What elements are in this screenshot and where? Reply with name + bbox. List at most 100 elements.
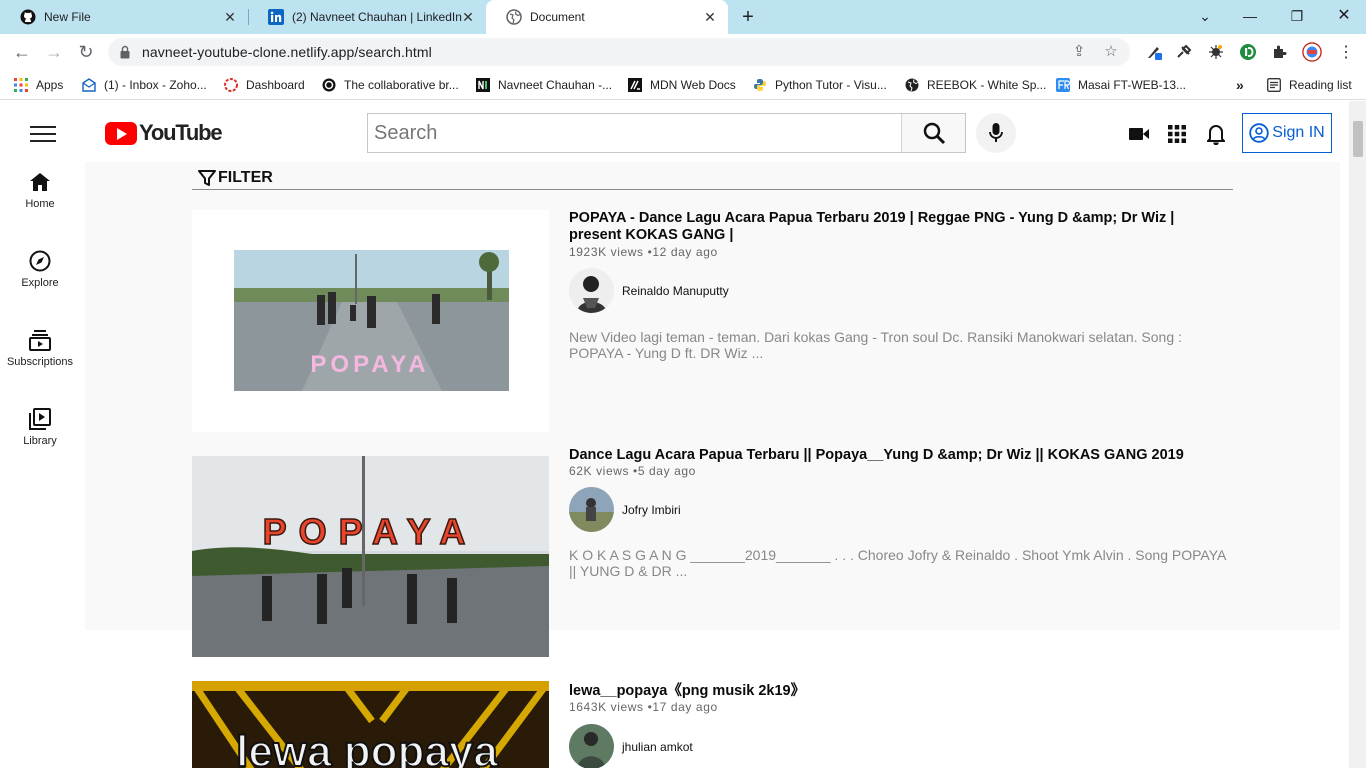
more-menu-icon[interactable]: ⋮: [1336, 42, 1356, 62]
channel-name: jhulian amkot: [622, 739, 693, 754]
youtube-logo[interactable]: YouTube: [105, 120, 223, 146]
tab-title: (2) Navneet Chauhan | LinkedIn: [292, 10, 462, 24]
video-thumbnail[interactable]: lewa popaya: [192, 681, 549, 768]
video-meta: 1923K views •12 day ago: [569, 245, 718, 259]
video-result-item[interactable]: POPAYA POPAYA - Dance Lagu Acara Papua T…: [192, 210, 1237, 432]
pen-extension-icon[interactable]: [1144, 42, 1164, 62]
bookmark-navneet[interactable]: Navneet Chauhan -...: [476, 76, 612, 94]
sidebar-item-home[interactable]: Home: [0, 170, 80, 210]
masai-icon: [1056, 78, 1070, 92]
bookmark-label: Python Tutor - Visu...: [775, 78, 887, 92]
video-thumbnail[interactable]: POPAYA: [192, 456, 549, 657]
close-window-icon[interactable]: ✕: [1334, 6, 1354, 26]
compass-icon: [28, 249, 52, 273]
puzzle-extensions-icon[interactable]: [1270, 42, 1290, 62]
profile-avatar-icon[interactable]: [1302, 42, 1322, 62]
sign-in-label: Sign IN: [1272, 124, 1325, 141]
tool-extension-icon[interactable]: [1174, 42, 1194, 62]
tab-new-file[interactable]: New File ✕: [0, 0, 248, 34]
bookmark-label: Navneet Chauhan -...: [498, 78, 613, 92]
dashboard-icon: [224, 78, 238, 92]
search-button[interactable]: [901, 114, 965, 152]
more-bookmarks-chevron[interactable]: »: [1236, 76, 1244, 94]
avatar: [569, 268, 614, 313]
video-thumbnail[interactable]: POPAYA: [192, 210, 549, 432]
sidebar-item-label: Library: [23, 435, 57, 447]
search-input[interactable]: [368, 114, 901, 152]
tab-linkedin[interactable]: (2) Navneet Chauhan | LinkedIn ✕: [248, 0, 486, 34]
python-icon: [753, 78, 767, 92]
tab-title: Document: [530, 10, 585, 24]
scrollbar-thumb[interactable]: [1353, 121, 1363, 157]
avatar: [569, 724, 614, 768]
channel-link[interactable]: Jofry Imbiri: [569, 487, 681, 532]
search-icon: [923, 122, 945, 145]
reload-icon[interactable]: ↻: [74, 40, 98, 64]
share-icon[interactable]: ⇪: [1070, 43, 1088, 61]
close-tab-icon[interactable]: ✕: [702, 9, 718, 25]
search-bar: [367, 113, 966, 153]
close-tab-icon[interactable]: ✕: [222, 9, 238, 25]
channel-name: Jofry Imbiri: [622, 502, 681, 517]
bookmark-label: REEBOK - White Sp...: [927, 78, 1047, 92]
bookmark-label: MDN Web Docs: [650, 78, 736, 92]
page-scrollbar[interactable]: [1349, 101, 1366, 768]
restore-icon[interactable]: ❐: [1287, 6, 1307, 26]
filter-label: FILTER: [218, 169, 273, 186]
create-video-icon[interactable]: [1127, 122, 1151, 146]
bookmark-mdn[interactable]: MDN Web Docs: [628, 76, 736, 94]
sidebar-item-label: Home: [25, 198, 55, 210]
thumbnail-title-text: POPAYA: [310, 351, 429, 378]
bookmark-zoho[interactable]: (1) - Inbox - Zoho...: [82, 76, 207, 94]
tab-document[interactable]: Document ✕: [486, 0, 728, 34]
sidebar-item-library[interactable]: Library: [0, 407, 80, 447]
bookmark-apps[interactable]: Apps: [14, 76, 63, 94]
bookmark-label: (1) - Inbox - Zoho...: [104, 78, 207, 92]
tab-search-chevron-icon[interactable]: ⌄: [1195, 6, 1215, 26]
channel-link[interactable]: jhulian amkot: [569, 724, 693, 768]
bookmark-label: Masai FT-WEB-13...: [1078, 78, 1187, 92]
address-bar[interactable]: navneet-youtube-clone.netlify.app/search…: [108, 38, 1130, 66]
thumbnail-title-text: POPAYA: [263, 511, 478, 552]
bookmark-label: Dashboard: [246, 78, 305, 92]
sign-in-button[interactable]: Sign IN: [1242, 113, 1332, 153]
page-viewport: YouTube Sign IN Home Explor: [0, 101, 1366, 768]
hamburger-menu-icon[interactable]: [30, 126, 56, 142]
close-tab-icon[interactable]: ✕: [460, 9, 476, 25]
sidebar-item-explore[interactable]: Explore: [0, 249, 80, 289]
video-title[interactable]: lewa__popaya《png musik 2k19》: [569, 683, 1229, 700]
apps-grid-icon[interactable]: [1165, 122, 1189, 146]
bookmark-star-icon[interactable]: ☆: [1102, 43, 1120, 61]
youtube-logo-text: YouTube: [139, 120, 223, 145]
back-arrow-icon[interactable]: ←: [10, 40, 34, 64]
github-icon: [20, 9, 36, 25]
filter-button[interactable]: FILTER: [192, 167, 1233, 190]
bookmark-reebok[interactable]: REEBOK - White Sp...: [905, 76, 1046, 94]
voice-search-button[interactable]: [976, 113, 1016, 153]
forward-arrow-icon[interactable]: →: [42, 40, 66, 64]
zoho-mail-icon: [82, 78, 96, 92]
green-extension-icon[interactable]: [1238, 42, 1258, 62]
video-description: K O K A S G A N G _______2019_______ . .…: [569, 547, 1226, 579]
video-meta: 62K views •5 day ago: [569, 464, 696, 478]
bookmark-collaborative[interactable]: The collaborative br...: [322, 76, 459, 94]
video-title[interactable]: POPAYA - Dance Lagu Acara Papua Terbaru …: [569, 210, 1229, 244]
sidebar-item-subscriptions[interactable]: Subscriptions: [0, 328, 80, 368]
minimize-icon[interactable]: —: [1240, 6, 1260, 26]
new-tab-button[interactable]: +: [738, 6, 758, 28]
channel-link[interactable]: Reinaldo Manuputty: [569, 268, 729, 313]
bookmark-python-tutor[interactable]: Python Tutor - Visu...: [753, 76, 887, 94]
bug-extension-icon[interactable]: [1206, 42, 1226, 62]
video-result-item[interactable]: POPAYA Dance Lagu Acara Papua Terbaru ||…: [192, 445, 1237, 657]
channel-name: Reinaldo Manuputty: [622, 283, 729, 298]
collab-icon: [322, 78, 336, 92]
video-title[interactable]: Dance Lagu Acara Papua Terbaru || Popaya…: [569, 447, 1229, 464]
reading-list-button[interactable]: Reading list: [1267, 76, 1352, 94]
reading-list-icon: [1267, 78, 1281, 92]
bookmark-masai[interactable]: Masai FT-WEB-13...: [1056, 76, 1186, 94]
bookmark-dashboard[interactable]: Dashboard: [224, 76, 305, 94]
bookmark-label: Apps: [36, 78, 64, 92]
video-result-item[interactable]: lewa popaya lewa__popaya《png musik 2k19》…: [192, 681, 1237, 768]
filter-icon: [198, 170, 216, 186]
notifications-bell-icon[interactable]: [1204, 122, 1228, 146]
